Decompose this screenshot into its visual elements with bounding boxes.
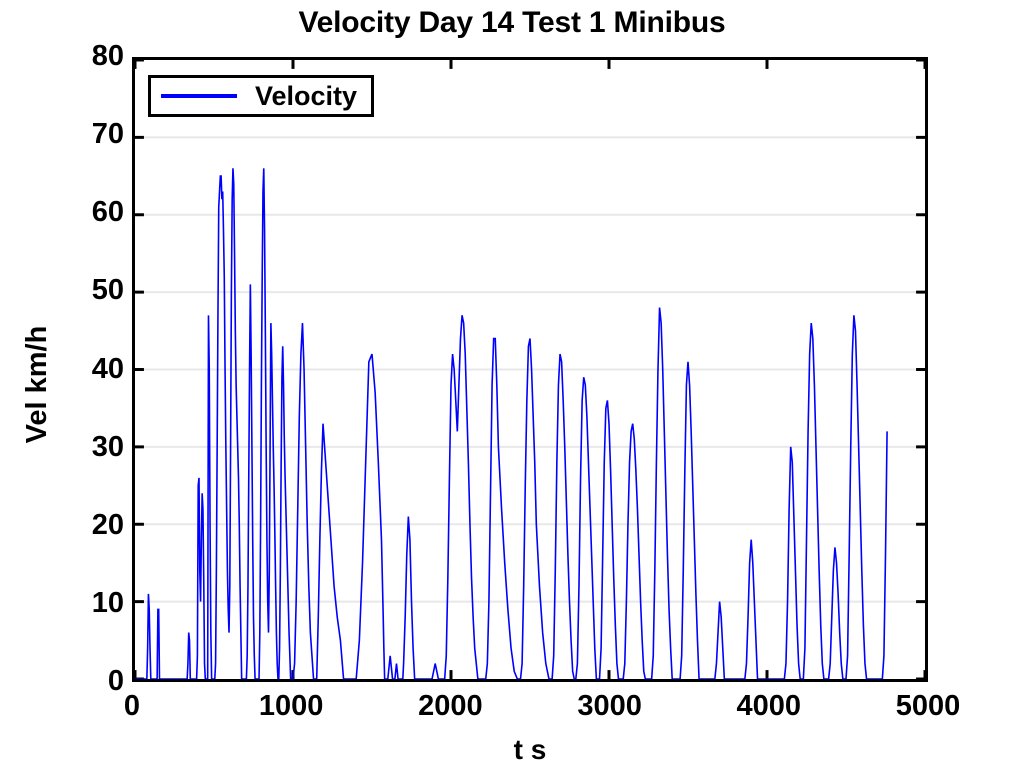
- velocity-series-plot: [135, 60, 925, 679]
- y-tick-label: 40: [91, 352, 124, 385]
- y-tick-label: 60: [91, 196, 124, 229]
- x-axis-tick-labels: 0 1000 2000 3000 4000 5000: [0, 692, 1024, 736]
- x-tick-label: 3000: [577, 690, 642, 722]
- chart-title: Velocity Day 14 Test 1 Minibus: [298, 6, 726, 39]
- y-axis-title: Vel km/h: [21, 325, 53, 444]
- x-tick-label: 5000: [895, 690, 961, 722]
- x-tick-label: 0: [123, 690, 141, 722]
- plot-area: [132, 57, 928, 682]
- y-tick-label: 30: [91, 430, 124, 463]
- x-tick-label: 1000: [258, 690, 324, 722]
- x-axis-title: t s: [513, 734, 547, 765]
- legend-label-velocity: Velocity: [255, 80, 358, 111]
- chart-legend[interactable]: Velocity: [148, 75, 375, 117]
- y-tick-label: 80: [91, 40, 124, 72]
- chart-figure: Velocity Day 14 Test 1 Minibus Velocity …: [0, 0, 1024, 769]
- y-tick-label: 70: [91, 118, 124, 151]
- y-tick-label: 20: [91, 508, 124, 541]
- x-tick-label: 4000: [736, 690, 802, 722]
- legend-line-swatch: [161, 94, 237, 98]
- x-tick-label: 2000: [418, 690, 483, 722]
- y-tick-label: 10: [91, 586, 124, 619]
- y-tick-label: 50: [91, 274, 124, 307]
